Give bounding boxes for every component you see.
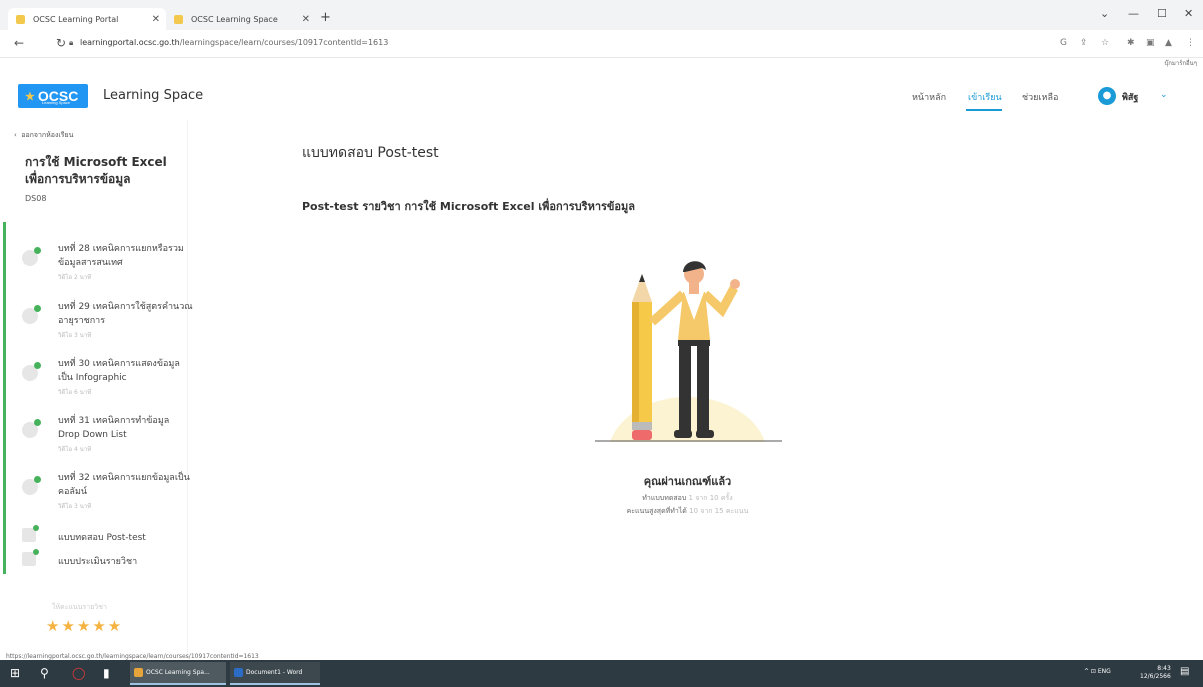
best-score-info: คะแนนสูงสุดที่ทำได้ 10 จาก 15 คะแนน [626,507,749,515]
windows-taskbar: ⊞ ⚲ ◯ ▮ OCSC Learning Spa... Document1 -… [0,660,1203,687]
url-field[interactable]: learningportal.ocsc.go.th/learningspace/… [80,38,388,47]
word-icon [234,668,243,677]
new-tab-button[interactable]: + [320,10,331,25]
clock[interactable]: 8:43 12/6/2566 [1140,665,1171,681]
person-with-pencil-illustration [595,261,782,442]
user-name[interactable]: พิสัฐ [1122,90,1138,104]
chevron-down-icon[interactable]: ⌄ [1160,90,1168,100]
page-title: แบบทดสอบ Post-test [302,145,439,161]
system-tray[interactable]: ^ ⊡ ENG [1084,668,1111,675]
user-avatar-icon[interactable]: ● [1098,87,1116,105]
favicon-icon [174,14,183,24]
tab-search-icon[interactable]: ⌄ [1100,7,1109,20]
tab-label: OCSC Learning Portal [33,14,119,24]
url-path: /learningspace/learn/courses/10917conten… [179,38,389,47]
chrome-icon [134,668,143,677]
nav-help[interactable]: ช่วยเหลือ [1022,90,1058,104]
result-text: คุณผ่านเกณฑ์แล้ว [643,475,732,488]
taskbar-chrome-app[interactable]: OCSC Learning Spa... [130,662,226,685]
reload-icon[interactable]: ↻ [56,36,66,50]
rate-course-label: ให้คะแนนรายวิชา [52,603,107,611]
course-code: DS08 [25,194,47,203]
back-arrow-icon[interactable]: ← [14,36,24,50]
taskbar-word-app[interactable]: Document1 - Word [230,662,320,685]
nav-active-underline [966,109,1002,111]
translate-icon[interactable]: G [1060,38,1067,48]
progress-indicator [3,222,6,574]
browser-tab-active[interactable]: OCSC Learning Portal ✕ [8,8,166,30]
search-icon[interactable]: ⚲ [40,666,49,680]
ocsc-logo[interactable]: ★ OCSC Learning Space [18,84,88,108]
favicon-icon [16,14,25,24]
tab-label: OCSC Learning Space [191,14,278,24]
file-icon[interactable]: ▮ [103,666,110,680]
profile-icon[interactable]: ▲ [1165,38,1172,48]
close-tab-icon[interactable]: ✕ [302,14,310,25]
course-evaluation-item[interactable]: แบบประเมินรายวิชา [22,549,182,568]
star-bookmark-icon[interactable]: ☆ [1101,38,1109,48]
nav-home[interactable]: หน้าหลัก [912,90,946,104]
play-check-icon [22,419,41,438]
attempts-info: ทำแบบทดสอบ 1 จาก 10 ครั้ง [642,494,733,502]
play-check-icon [22,247,41,266]
notification-icon[interactable]: ▤ [1180,666,1189,677]
close-window-icon[interactable]: ✕ [1184,7,1193,20]
logo-star-icon: ★ [25,90,35,103]
back-to-classroom-link[interactable]: ‹ ออกจากห้องเรียน [14,130,73,141]
post-test-item[interactable]: แบบทดสอบ Post-test [22,525,182,544]
share-icon[interactable]: ⇪ [1080,38,1088,48]
play-check-icon [22,305,41,324]
browser-tab[interactable]: OCSC Learning Space ✕ [166,8,316,30]
extensions-icon[interactable]: ✱ [1127,38,1135,48]
browser-tab-bar: OCSC Learning Portal ✕ OCSC Learning Spa… [0,0,1203,30]
menu-icon[interactable]: ⋮ [1186,38,1195,48]
quiz-subtitle: Post-test รายวิชา การใช้ Microsoft Excel… [302,200,636,213]
minimize-icon[interactable]: — [1128,7,1139,20]
other-bookmarks[interactable]: บุ๊กมาร์กอื่นๆ [1164,58,1197,68]
nav-learn[interactable]: เข้าเรียน [968,90,1002,104]
address-bar: ← ↻ 🔒︎ learningportal.ocsc.go.th/learnin… [0,30,1203,58]
status-bar-url: https://learningportal.ocsc.go.th/learni… [6,653,259,660]
lock-icon: 🔒︎ [69,38,74,47]
star-rating[interactable]: ★★★★★ [46,617,123,635]
opera-icon[interactable]: ◯ [72,666,85,680]
windows-start-icon[interactable]: ⊞ [10,666,20,680]
url-host: learningportal.ocsc.go.th [80,38,180,47]
quiz-check-icon [22,525,39,542]
course-title: การใช้ Microsoft Excel เพื่อการบริหารข้อ… [25,155,167,186]
play-check-icon [22,476,41,495]
maximize-icon[interactable]: ☐ [1157,7,1167,20]
close-tab-icon[interactable]: ✕ [152,14,160,25]
play-check-icon [22,362,41,381]
brand-name: Learning Space [103,88,204,103]
sidepanel-icon[interactable]: ▣ [1146,38,1155,48]
thumbs-up-check-icon [22,549,39,566]
